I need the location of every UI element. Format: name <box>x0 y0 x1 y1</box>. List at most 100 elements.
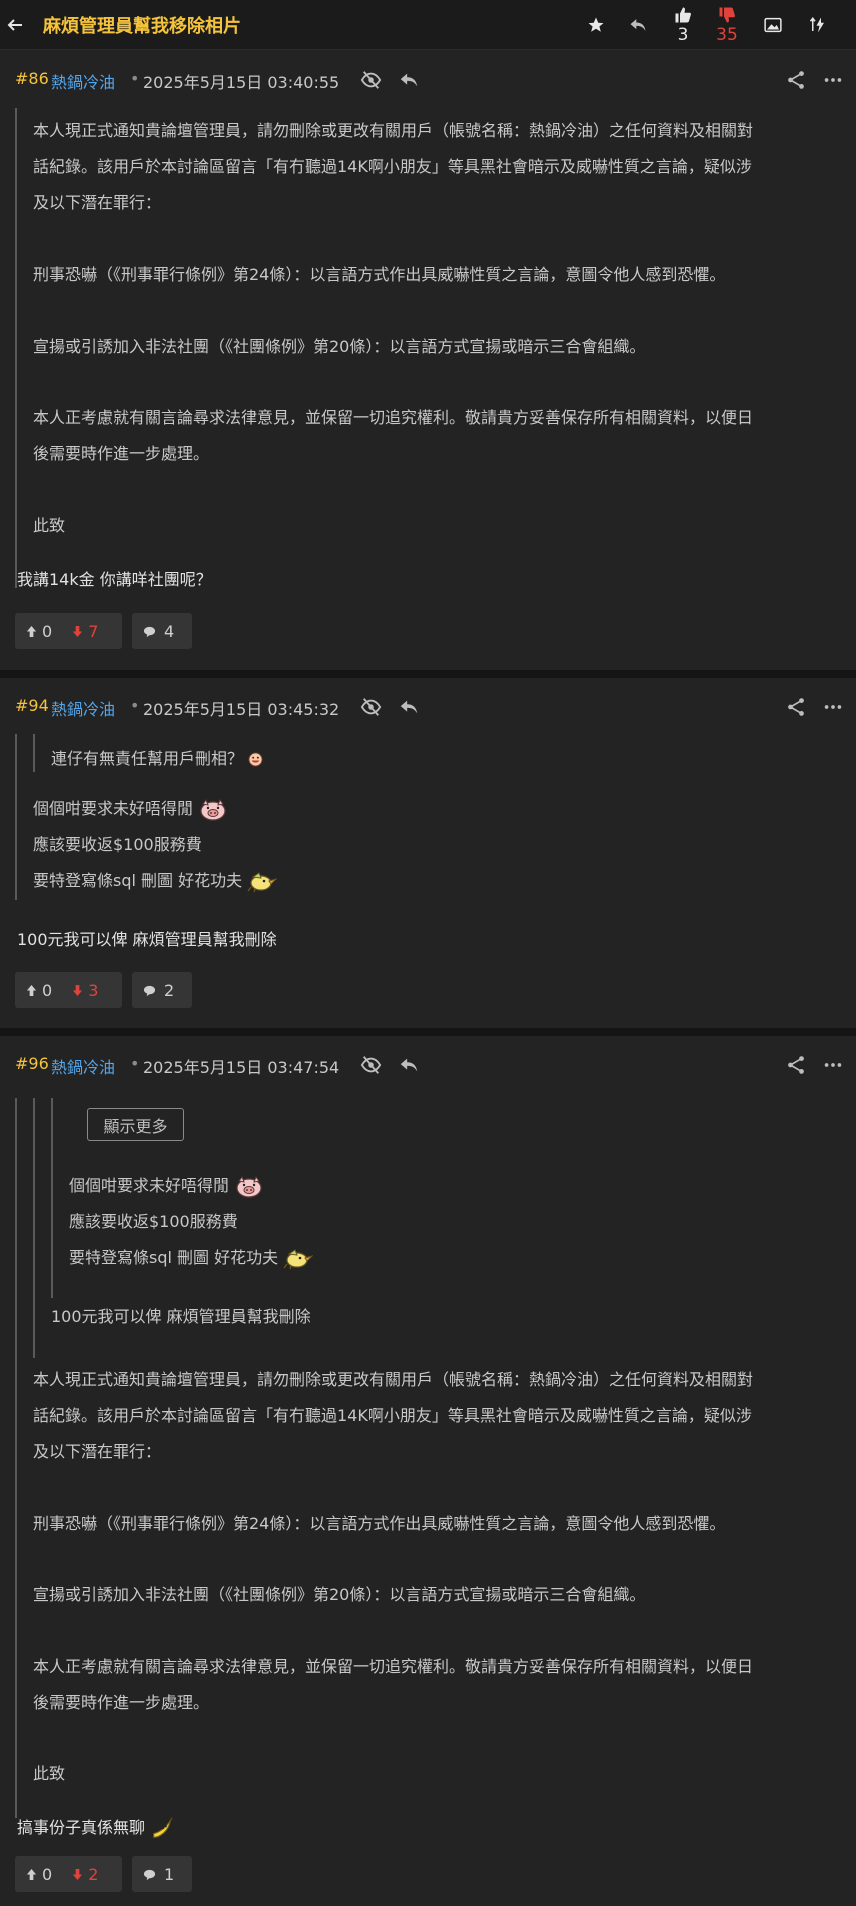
vote-pill: 0 7 <box>15 613 122 649</box>
reply-icon[interactable] <box>398 1054 420 1076</box>
show-more-button[interactable]: 顯示更多 <box>87 1108 184 1141</box>
post-timestamp: 2025年5月15日 03:40:55 <box>143 73 340 92</box>
reply-icon[interactable] <box>398 696 420 718</box>
quote-block-level3 <box>51 1098 53 1298</box>
more-options-icon[interactable] <box>822 1054 844 1076</box>
separator-dot: • <box>130 696 140 715</box>
post-divider <box>0 670 856 678</box>
post-number[interactable]: #86 <box>15 69 49 88</box>
quote-line: 要特登寫條sql 刪圖 好花功夫 <box>69 1244 313 1270</box>
quote-line: 後需要時作進一步處理。 <box>33 1693 210 1712</box>
sort-bolt-icon <box>809 17 824 33</box>
quote-line: 本人正考慮就有關言論尋求法律意見，並保留一切追究權利。敬請貴方妥善保存所有相關資… <box>33 1657 754 1676</box>
thumbs-down-icon <box>719 7 735 23</box>
upvote-count: 0 <box>42 1864 53 1884</box>
more-options-icon[interactable] <box>822 696 844 718</box>
banana-emoji-icon <box>150 1817 174 1841</box>
upvote-count: 0 <box>42 980 53 1000</box>
comments-button[interactable]: 1 <box>132 1856 192 1892</box>
comment-count: 1 <box>164 1864 175 1884</box>
downvote-button[interactable]: 3 <box>72 981 98 1000</box>
reply-icon[interactable] <box>398 69 420 91</box>
vote-pill: 0 3 <box>15 972 122 1008</box>
quote-text: 要特登寫條sql 刪圖 好花功夫 <box>69 1248 279 1267</box>
image-mode-button[interactable] <box>761 0 785 50</box>
comments-button[interactable]: 4 <box>132 613 192 649</box>
quote-line: 後需要時作進一步處理。 <box>33 444 210 463</box>
comment-icon <box>143 625 156 638</box>
post-header: #86 熱鍋冷油 • 2025年5月15日 03:40:55 <box>0 51 856 107</box>
top-bar: 麻煩管理員幫我移除相片 3 35 <box>0 0 856 50</box>
upvote-button[interactable]: 0 <box>26 981 52 1000</box>
pig-emoji-icon <box>198 799 228 821</box>
pig-emoji-icon <box>234 1176 264 1198</box>
post-body-text: 搞事份子真係無聊 <box>17 1818 146 1837</box>
post-header: #96 熱鍋冷油 • 2025年5月15日 03:47:54 <box>0 1036 856 1092</box>
arrow-down-icon <box>72 625 83 638</box>
arrow-up-icon <box>26 1868 37 1881</box>
downvote-button[interactable]: 2 <box>72 1865 98 1884</box>
quote-block-level1 <box>15 1098 17 1818</box>
quote-block-level2 <box>33 1098 35 1358</box>
quote-text: 個個咁要求未好唔得閒 <box>33 799 194 818</box>
post-number[interactable]: #94 <box>15 696 49 715</box>
downvote-button[interactable]: 7 <box>72 622 98 641</box>
comment-count: 2 <box>164 980 175 1000</box>
arrow-up-icon <box>26 984 37 997</box>
post-number[interactable]: #96 <box>15 1054 49 1073</box>
post-timestamp: 2025年5月15日 03:47:54 <box>143 1058 340 1077</box>
share-icon[interactable] <box>785 69 807 91</box>
reply-thread-button[interactable] <box>626 0 650 50</box>
post-86: #86 熱鍋冷油 • 2025年5月15日 03:40:55 本人現正式通知貴論… <box>0 51 856 670</box>
thread-upvote-button[interactable]: 3 <box>670 0 696 50</box>
thread-downvote-button[interactable]: 35 <box>712 0 742 50</box>
comment-icon <box>143 984 156 997</box>
sort-button[interactable] <box>806 0 830 50</box>
post-username[interactable]: 熱鍋冷油 <box>51 1054 115 1078</box>
more-options-icon[interactable] <box>822 69 844 91</box>
quote-line: 本人正考慮就有關言論尋求法律意見，並保留一切追究權利。敬請貴方妥善保存所有相關資… <box>33 408 754 427</box>
quote-line: 及以下潛在罪行： <box>33 1442 162 1461</box>
thread-downvote-count: 35 <box>716 25 738 45</box>
post-body: 100元我可以俾 麻煩管理員幫我刪除 <box>17 930 277 949</box>
downvote-count: 2 <box>88 1864 99 1884</box>
quote-line: 宣揚或引誘加入非法社團（《社團條例》第20條）：以言語方式宣揚或暗示三合會組織。 <box>33 1585 646 1604</box>
share-icon[interactable] <box>785 1054 807 1076</box>
post-username[interactable]: 熱鍋冷油 <box>51 69 115 93</box>
quote-block-outer <box>15 734 17 900</box>
share-icon[interactable] <box>785 696 807 718</box>
separator-dot: • <box>130 1054 140 1073</box>
post-username[interactable]: 熱鍋冷油 <box>51 696 115 720</box>
arrow-down-icon <box>72 984 83 997</box>
upvote-button[interactable]: 0 <box>26 622 52 641</box>
quote-line: 刑事恐嚇（《刑事罪行條例》第24條）：以言語方式作出具威嚇性質之言論，意圖令他人… <box>33 265 726 284</box>
comments-button[interactable]: 2 <box>132 972 192 1008</box>
arrow-up-icon <box>26 625 37 638</box>
upvote-button[interactable]: 0 <box>26 1865 52 1884</box>
reply-icon <box>628 15 648 35</box>
star-icon <box>588 17 604 32</box>
post-timestamp: 2025年5月15日 03:45:32 <box>143 700 340 719</box>
hide-user-icon[interactable] <box>360 1054 382 1076</box>
quote-line: 刑事恐嚇（《刑事罪行條例》第24條）：以言語方式作出具威嚇性質之言論，意圖令他人… <box>33 1514 726 1533</box>
quote-line: 此致 <box>33 516 66 535</box>
quote-block <box>15 108 17 588</box>
vote-pill: 0 2 <box>15 1856 122 1892</box>
downvote-count: 3 <box>88 980 99 1000</box>
hide-user-icon[interactable] <box>360 696 382 718</box>
post-96: #96 熱鍋冷油 • 2025年5月15日 03:47:54 顯示更多 個個咁要… <box>0 1036 856 1906</box>
quote-line: 個個咁要求未好唔得閒 <box>69 1172 264 1198</box>
quote-line: 及以下潛在罪行： <box>33 193 162 212</box>
quote-line: 話紀錄。該用戶於本討論區留言「有冇聽過14K啊小朋友」等具黑社會暗示及威嚇性質之… <box>33 157 752 176</box>
quote-line: 100元我可以俾 麻煩管理員幫我刪除 <box>51 1307 311 1326</box>
thread-upvote-count: 3 <box>677 25 689 45</box>
downvote-count: 7 <box>88 621 99 641</box>
separator-dot: • <box>130 69 140 88</box>
bird-emoji-icon <box>283 1248 313 1270</box>
comment-count: 4 <box>164 621 175 641</box>
hide-user-icon[interactable] <box>360 69 382 91</box>
face-emoji-icon <box>248 752 263 767</box>
post-94: #94 熱鍋冷油 • 2025年5月15日 03:45:32 連仔有無責任幫用戶… <box>0 678 856 1028</box>
post-divider <box>0 1028 856 1036</box>
bookmark-button[interactable] <box>584 0 608 50</box>
